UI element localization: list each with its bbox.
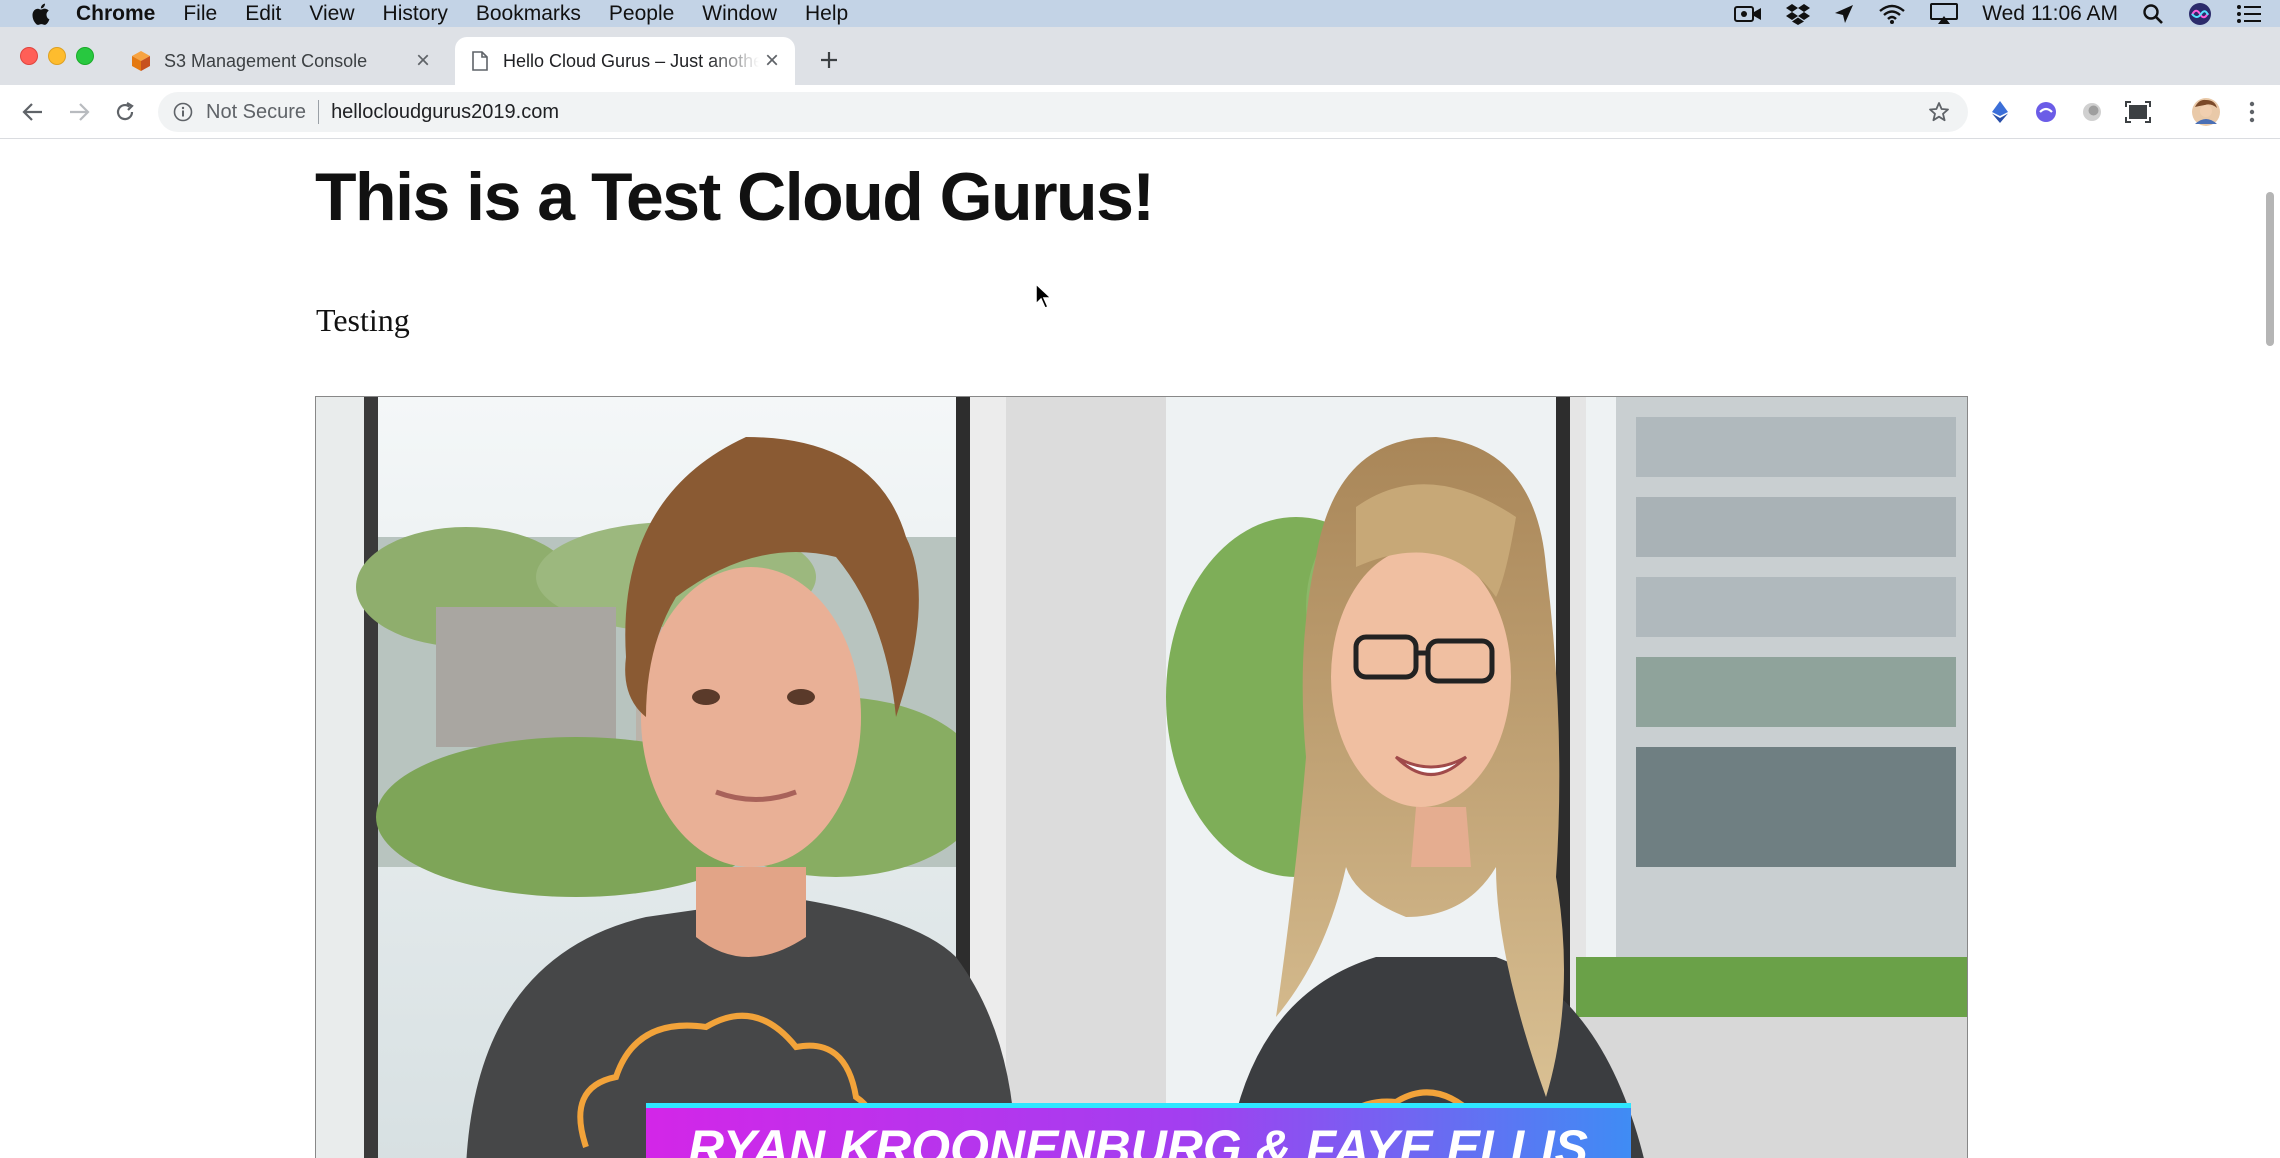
dropbox-icon[interactable] [1786,3,1811,25]
banner-names: RYAN KROONENBURG & FAYE ELLIS [688,1120,1588,1158]
new-tab-button[interactable] [814,45,844,75]
window-minimize-button[interactable] [48,47,66,65]
tab-close-button[interactable]: × [410,47,436,74]
menubar-status-area: Wed 11:06 AM [1710,0,2262,27]
tab-title: Hello Cloud Gurus – Just another [503,50,759,71]
info-icon[interactable] [172,101,194,123]
location-icon[interactable] [1834,4,1854,24]
airplay-icon[interactable] [1930,2,1959,25]
menubar-clock[interactable]: Wed 11:06 AM [1982,2,2118,26]
screen-capture-icon[interactable] [2124,98,2152,126]
bookmark-star-icon[interactable] [1926,99,1952,125]
browser-toolbar: Not Secure hellocloudgurus2019.com [0,85,2280,139]
window-close-button[interactable] [20,47,38,65]
tab-title: S3 Management Console [164,50,368,71]
featured-image: RYAN KROONENBURG & FAYE ELLIS [315,396,1968,1158]
aws-cube-icon [130,50,152,72]
menu-view[interactable]: View [309,2,354,26]
address-bar[interactable]: Not Secure hellocloudgurus2019.com [158,92,1968,132]
name-banner: RYAN KROONENBURG & FAYE ELLIS [646,1103,1631,1158]
tab-hello-cloud-gurus[interactable]: Hello Cloud Gurus – Just another × [455,37,795,85]
apple-menu-icon[interactable] [30,2,54,26]
extension-badge-icon[interactable] [2032,98,2060,126]
menu-chrome[interactable]: Chrome [76,2,155,26]
menu-file[interactable]: File [183,2,217,26]
url-text[interactable]: hellocloudgurus2019.com [331,101,1926,124]
menu-bookmarks[interactable]: Bookmarks [476,2,581,26]
tab-close-button[interactable]: × [759,47,785,74]
post-paragraph: Testing [316,302,410,338]
page-icon [469,50,491,72]
post-title: This is a Test Cloud Gurus! [315,159,1155,235]
security-status[interactable]: Not Secure [206,101,306,124]
ethereum-extension-icon[interactable] [1986,98,2014,126]
reload-icon[interactable] [110,97,140,127]
menu-history[interactable]: History [383,2,448,26]
featured-photo-illustration: RYAN KROONENBURG & FAYE ELLIS [316,397,1967,1158]
wifi-icon[interactable] [1878,4,1906,24]
forward-arrow-icon[interactable] [64,97,94,127]
facetime-icon[interactable] [1734,4,1762,24]
menu-help[interactable]: Help [805,2,848,26]
tab-strip: S3 Management Console × Hello Cloud Guru… [0,27,2280,85]
macos-menu-bar: Chrome File Edit View History Bookmarks … [0,0,2280,27]
menu-people[interactable]: People [609,2,674,26]
notification-center-icon[interactable] [2236,4,2262,24]
omnibox-separator [318,100,320,124]
spotlight-icon[interactable] [2142,3,2164,25]
chrome-menu-icon[interactable] [2238,98,2266,126]
page-viewport: This is a Test Cloud Gurus! Testing RYAN… [0,140,2280,1158]
mouse-cursor-icon [1035,282,1053,309]
circle-extension-icon[interactable] [2078,98,2106,126]
back-arrow-icon[interactable] [18,97,48,127]
window-zoom-button[interactable] [76,47,94,65]
profile-avatar[interactable] [2190,96,2222,128]
page-scrollbar[interactable] [2266,192,2274,346]
tab-s3-management-console[interactable]: S3 Management Console × [116,37,446,85]
menu-window[interactable]: Window [702,2,777,26]
siri-icon[interactable] [2188,2,2212,26]
menu-edit[interactable]: Edit [245,2,281,26]
